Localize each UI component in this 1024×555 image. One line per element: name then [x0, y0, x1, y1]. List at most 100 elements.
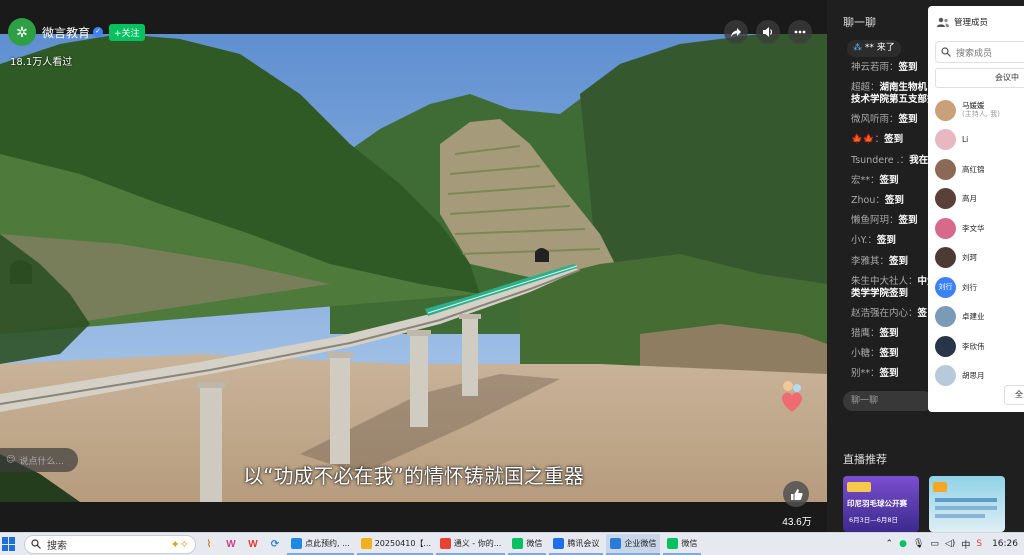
member-name-block: 刘珂 [962, 253, 977, 262]
member-row[interactable]: 胡思月 [935, 363, 985, 389]
app-w-icon[interactable]: W [222, 535, 240, 553]
follow-button[interactable]: +关注 [109, 23, 145, 41]
volume-button[interactable] [756, 20, 780, 44]
channel-logo-icon[interactable]: ✲ [8, 18, 36, 46]
more-icon [794, 30, 806, 34]
share-icon [731, 28, 741, 37]
volume-icon[interactable]: ◁) [945, 539, 955, 549]
member-action-button[interactable]: 全 [1004, 385, 1024, 405]
chat-message-user[interactable]: 小Y.： [851, 235, 877, 246]
member-row[interactable]: Li [935, 127, 968, 153]
wps-icon[interactable]: W [244, 535, 262, 553]
chat-message-user[interactable]: 神云若雨： [851, 62, 899, 73]
member-name: 高月 [962, 194, 977, 203]
taskbar-search[interactable]: 搜索 ✦✧ [24, 534, 196, 554]
recommend-card[interactable] [929, 476, 1005, 532]
sync-icon[interactable]: ⟳ [266, 535, 284, 553]
app-icon [291, 537, 302, 549]
chat-message-user[interactable]: 别**： [851, 368, 880, 379]
text-line [935, 514, 985, 518]
taskbar-app-label: 微信 [681, 538, 698, 548]
avatar [935, 129, 956, 150]
chat-message-user[interactable]: 微风听雨： [851, 114, 899, 125]
taskbar-app[interactable]: 通义 - 你的... [435, 534, 506, 555]
avatar [935, 217, 956, 239]
logo-icon [933, 482, 947, 492]
file-explorer-icon[interactable]: ⌇ [200, 535, 218, 553]
member-name-block: 胡思月 [962, 371, 985, 380]
member-row[interactable]: 高月 [935, 186, 977, 212]
taskbar-app[interactable]: 点此预约, ... [287, 534, 354, 555]
share-button[interactable] [724, 20, 748, 44]
member-row[interactable]: 李文华 [935, 215, 985, 241]
chat-message-user[interactable]: 猎鹰： [851, 328, 880, 339]
chat-message-text: 我在 [909, 154, 929, 166]
chat-message-text: 签到 [898, 114, 918, 126]
chat-message-text: 签到 [889, 255, 909, 267]
chat-message-user[interactable]: 宏**： [851, 175, 880, 186]
member-row[interactable]: 高红锦 [935, 156, 985, 182]
taskbar-app[interactable]: 微信 [663, 534, 702, 555]
chat-message-user[interactable]: 🍁🍁： [851, 134, 884, 145]
sparkle-icon: ✦✧ [170, 537, 189, 551]
member-name: 胡思月 [962, 371, 985, 380]
taskbar-app[interactable]: 腾讯会议 [549, 534, 604, 555]
app-icon [667, 537, 679, 549]
badge-icon [847, 482, 871, 492]
video-frame [0, 34, 827, 502]
chat-message-user[interactable]: Zhou： [851, 195, 885, 206]
member-row[interactable]: 李欣伟 [935, 333, 985, 359]
taskbar-app-label: 企业微信 [624, 538, 657, 548]
member-row[interactable]: 马媛媛 (主持人, 我) [935, 97, 1000, 123]
member-panel-header: 管理成员 [937, 16, 988, 28]
like-count: 43.6万 [782, 517, 812, 528]
chat-message-user[interactable]: Tsundere .： [851, 155, 909, 166]
member-row[interactable]: 卓建业 [935, 304, 985, 330]
app-icon [439, 537, 451, 549]
tab-in-meeting[interactable]: 会议中 [935, 68, 1024, 88]
app-icon [553, 537, 565, 549]
network-icon[interactable]: ▭ [930, 539, 939, 549]
start-button[interactable] [2, 537, 16, 551]
more-button[interactable] [788, 20, 812, 44]
avatar [935, 335, 956, 357]
chat-message-text: 签 [917, 307, 928, 319]
like-button[interactable] [783, 481, 809, 507]
people-icon [937, 17, 949, 27]
taskbar-app[interactable]: 微信 [508, 534, 547, 555]
chat-message-user[interactable]: 懒鱼阿玥： [851, 215, 899, 226]
taskbar-app-label: 腾讯会议 [567, 538, 600, 548]
input-language[interactable]: 中 [961, 538, 970, 551]
system-tray: ⌃ ● 🎙 ▭ ◁) 中 S 16:26 [880, 533, 1024, 555]
member-name: Li [962, 135, 969, 144]
chat-message-user[interactable]: 李雅其： [851, 256, 889, 267]
wechat-tray-icon[interactable]: ● [899, 539, 907, 549]
avatar: 刘行 [935, 276, 956, 298]
chat-message-user[interactable]: 赵浩强在内心： [851, 308, 918, 319]
member-name-block: 高月 [962, 194, 977, 203]
chevron-up-icon[interactable]: ⌃ [886, 539, 894, 549]
taskbar-app[interactable]: 20250410【... [356, 534, 433, 555]
video-player[interactable]: ✲ 微言教育 ✓ +关注 18.1万人看过 ☺ 说点什么... 以“功成不必在我… [0, 0, 827, 532]
chat-input[interactable]: 聊一聊 [843, 391, 933, 411]
ime-icon[interactable]: S [976, 539, 982, 549]
screen: ✲ 微言教育 ✓ +关注 18.1万人看过 ☺ 说点什么... 以“功成不必在我… [0, 0, 1024, 555]
chat-message-user[interactable]: 超超： [851, 82, 880, 93]
app-icon [360, 537, 372, 549]
channel-name[interactable]: 微言教育 [42, 24, 90, 41]
chat-message-user[interactable]: 小糖： [851, 348, 880, 359]
microphone-icon[interactable]: 🎙 [913, 539, 924, 549]
member-role: (主持人, 我) [962, 110, 1000, 118]
member-row[interactable]: 刘珂 [935, 245, 977, 271]
channel-info[interactable]: ✲ 微言教育 ✓ +关注 [8, 18, 145, 46]
search-icon [31, 539, 41, 549]
member-search-input[interactable]: 搜索成员 [935, 41, 1024, 63]
avatar [935, 365, 956, 386]
chat-title: 聊一聊 [843, 16, 876, 29]
member-row[interactable]: 刘行 刘行 [935, 274, 977, 300]
clock[interactable]: 16:26 [992, 539, 1018, 549]
recommend-card[interactable]: 印尼羽毛球公开赛 6月3日—6月8日 [843, 476, 919, 532]
member-name: 李欣伟 [962, 341, 985, 351]
chat-message-user[interactable]: 朱生中大社人： [851, 276, 918, 287]
taskbar-app[interactable]: 企业微信 [606, 533, 661, 555]
